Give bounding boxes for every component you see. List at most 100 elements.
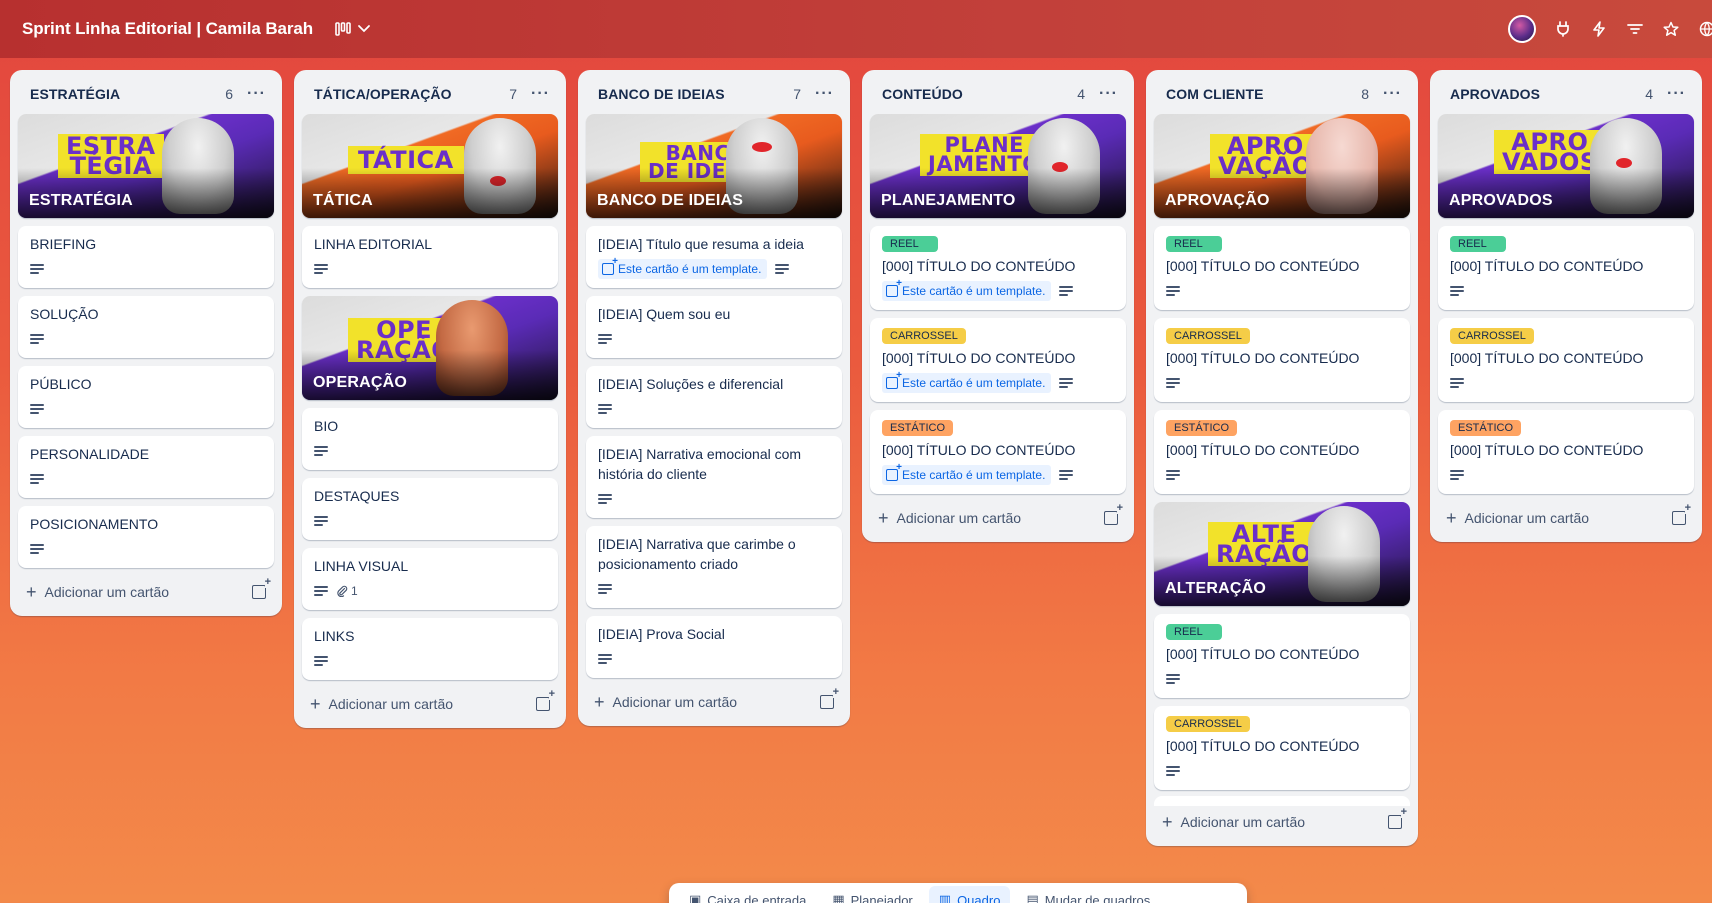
list-item[interactable]: [IDEIA] Título que resuma a ideia Este c…	[586, 226, 842, 288]
more-icon[interactable]: ···	[1099, 85, 1118, 103]
label-reel[interactable]: REEL	[1450, 236, 1506, 252]
list-item[interactable]: LINHA VISUAL 1	[302, 548, 558, 610]
power-up-icon[interactable]	[1554, 20, 1572, 38]
label-estatico[interactable]: ESTÁTICO	[1450, 420, 1522, 436]
share-icon[interactable]	[1698, 20, 1712, 38]
list-item[interactable]: PÚBLICO	[18, 366, 274, 428]
filter-icon[interactable]	[1626, 20, 1644, 38]
list-item[interactable]: ESTÁTICO [000] TÍTULO DO CONTEÚDO	[1438, 410, 1694, 494]
cover-card-title: APROVADOS	[1449, 192, 1553, 209]
list-item[interactable]: DESTAQUES	[302, 478, 558, 540]
list-title[interactable]: APROVADOS	[1450, 86, 1645, 102]
add-card-button[interactable]: + Adicionar um cartão	[1438, 502, 1694, 534]
list-item[interactable]: CARROSSEL [000] TÍTULO DO CONTEÚDO	[1154, 318, 1410, 402]
list-aprovados[interactable]: APROVADOS 4 ··· APRO VADOS APROVADOS REEL…	[1430, 70, 1702, 542]
list-tatica-operacao[interactable]: TÁTICA/OPERAÇÃO 7 ··· TÁTICA TÁTICA LINH…	[294, 70, 566, 728]
tab-quadro[interactable]: ▥ Quadro	[928, 886, 1011, 903]
cover-card[interactable]: APRO VAÇÃO APROVAÇÃO	[1154, 114, 1410, 218]
cover-card[interactable]: ESTRA TÉGIA ESTRATÉGIA	[18, 114, 274, 218]
list-item[interactable]: LINKS	[302, 618, 558, 680]
list-item[interactable]: BRIEFING	[18, 226, 274, 288]
list-title[interactable]: ESTRATÉGIA	[30, 86, 225, 102]
list-item[interactable]: PERSONALIDADE	[18, 436, 274, 498]
list-item[interactable]: SOLUÇÃO	[18, 296, 274, 358]
list-title[interactable]: CONTEÚDO	[882, 86, 1077, 102]
description-icon	[1166, 469, 1180, 481]
list-title[interactable]: COM CLIENTE	[1166, 86, 1361, 102]
list-item[interactable]: [IDEIA] Quem sou eu	[586, 296, 842, 358]
label-reel[interactable]: REEL	[882, 236, 938, 252]
cover-card[interactable]: BANCODE IDEIAS BANCO DE IDEIAS	[586, 114, 842, 218]
view-switcher[interactable]	[335, 22, 371, 36]
automation-icon[interactable]	[1590, 20, 1608, 38]
list-item[interactable]: REEL [000] TÍTULO DO CONTEÚDO Este cartã…	[870, 226, 1126, 310]
list-item[interactable]: REEL [000] TÍTULO DO CONTEÚDO	[1438, 226, 1694, 310]
create-from-template-icon[interactable]	[1672, 503, 1691, 525]
more-icon[interactable]: ···	[815, 85, 834, 103]
add-card-button[interactable]: + Adicionar um cartão	[586, 686, 842, 718]
create-from-template-icon[interactable]	[1104, 503, 1123, 525]
label-reel[interactable]: REEL	[1166, 624, 1222, 640]
create-from-template-icon[interactable]	[252, 577, 271, 599]
add-card-button[interactable]: + Adicionar um cartão	[18, 576, 274, 608]
list-item[interactable]: CARROSSEL [000] TÍTULO DO CONTEÚDO Este …	[870, 318, 1126, 402]
board-title[interactable]: Sprint Linha Editorial | Camila Barah	[22, 19, 313, 39]
list-item[interactable]: CARROSSEL [000] TÍTULO DO CONTEÚDO	[1438, 318, 1694, 402]
list-item[interactable]: ESTÁTICO [000] TÍTULO DO CONTEÚDO	[1154, 410, 1410, 494]
label-carrossel[interactable]: CARROSSEL	[1166, 716, 1250, 732]
template-badge-text: Este cartão é um template.	[618, 262, 762, 276]
label-carrossel[interactable]: CARROSSEL	[1450, 328, 1534, 344]
list-item[interactable]: POSICIONAMENTO	[18, 506, 274, 568]
cover-card[interactable]: TÁTICA TÁTICA	[302, 114, 558, 218]
list-item[interactable]: [IDEIA] Prova Social	[586, 616, 842, 678]
add-card-button[interactable]: + Adicionar um cartão	[1154, 806, 1410, 838]
list-item[interactable]: BIO	[302, 408, 558, 470]
create-from-template-icon[interactable]	[536, 689, 555, 711]
list-item[interactable]: [IDEIA] Soluções e diferencial	[586, 366, 842, 428]
list-conteudo[interactable]: CONTEÚDO 4 ··· PLANE JAMENTO PLANEJAMENTO…	[862, 70, 1134, 542]
list-item[interactable]: REEL [000] TÍTULO DO CONTEÚDO	[1154, 614, 1410, 698]
cover-card[interactable]: ALTE RAÇÃO ALTERAÇÃO	[1154, 502, 1410, 606]
list-item[interactable]: CARROSSEL [000] TÍTULO DO CONTEÚDO	[1154, 706, 1410, 790]
avatar[interactable]	[1508, 15, 1536, 43]
cover-card[interactable]: APRO VADOS APROVADOS	[1438, 114, 1694, 218]
tab-caixa-de-entrada[interactable]: ▣ Caixa de entrada	[679, 886, 816, 903]
label-estatico[interactable]: ESTÁTICO	[1166, 420, 1238, 436]
list-header: APROVADOS 4 ···	[1438, 78, 1694, 110]
card-title: PERSONALIDADE	[30, 446, 150, 462]
more-icon[interactable]: ···	[531, 85, 550, 103]
label-carrossel[interactable]: CARROSSEL	[1166, 328, 1250, 344]
create-from-template-icon[interactable]	[820, 687, 839, 709]
card-title: [000] TÍTULO DO CONTEÚDO	[1450, 350, 1644, 366]
more-icon[interactable]: ···	[1667, 85, 1686, 103]
tab-planejador[interactable]: ▦ Planejador	[822, 886, 922, 903]
list-estrategia[interactable]: ESTRATÉGIA 6 ··· ESTRA TÉGIA ESTRATÉGIA B…	[10, 70, 282, 616]
partial-card[interactable]	[1154, 796, 1410, 806]
list-banco-de-ideias[interactable]: BANCO DE IDEIAS 7 ··· BANCODE IDEIAS BAN…	[578, 70, 850, 726]
label-estatico[interactable]: ESTÁTICO	[882, 420, 954, 436]
list-item[interactable]: [IDEIA] Narrativa emocional com história…	[586, 436, 842, 518]
list-item[interactable]: LINHA EDITORIAL	[302, 226, 558, 288]
card-title: POSICIONAMENTO	[30, 516, 159, 532]
card-cover-image: APRO VAÇÃO APROVAÇÃO	[1154, 114, 1410, 218]
label-reel[interactable]: REEL	[1166, 236, 1222, 252]
more-icon[interactable]: ···	[247, 85, 266, 103]
list-title[interactable]: TÁTICA/OPERAÇÃO	[314, 86, 509, 102]
cover-card-title: APROVAÇÃO	[1165, 192, 1270, 209]
tab-mudar-de-quadros[interactable]: ▤ Mudar de quadros	[1016, 886, 1160, 903]
list-title[interactable]: BANCO DE IDEIAS	[598, 86, 793, 102]
list-item[interactable]: [IDEIA] Narrativa que carimbe o posicion…	[586, 526, 842, 608]
description-icon	[775, 263, 790, 275]
list-com-cliente[interactable]: COM CLIENTE 8 ··· APRO VAÇÃO APROVAÇÃO RE…	[1146, 70, 1418, 846]
star-icon[interactable]	[1662, 20, 1680, 38]
list-item[interactable]: REEL [000] TÍTULO DO CONTEÚDO	[1154, 226, 1410, 310]
create-from-template-icon[interactable]	[1388, 807, 1407, 829]
cover-card[interactable]: PLANE JAMENTO PLANEJAMENTO	[870, 114, 1126, 218]
add-card-button[interactable]: + Adicionar um cartão	[302, 688, 558, 720]
list-item[interactable]: ESTÁTICO [000] TÍTULO DO CONTEÚDO Este c…	[870, 410, 1126, 494]
add-card-button[interactable]: + Adicionar um cartão	[870, 502, 1126, 534]
label-carrossel[interactable]: CARROSSEL	[882, 328, 966, 344]
card-title: LINHA EDITORIAL	[314, 236, 433, 252]
more-icon[interactable]: ···	[1383, 85, 1402, 103]
cover-card[interactable]: OPERAÇÃO OPERAÇÃO	[302, 296, 558, 400]
